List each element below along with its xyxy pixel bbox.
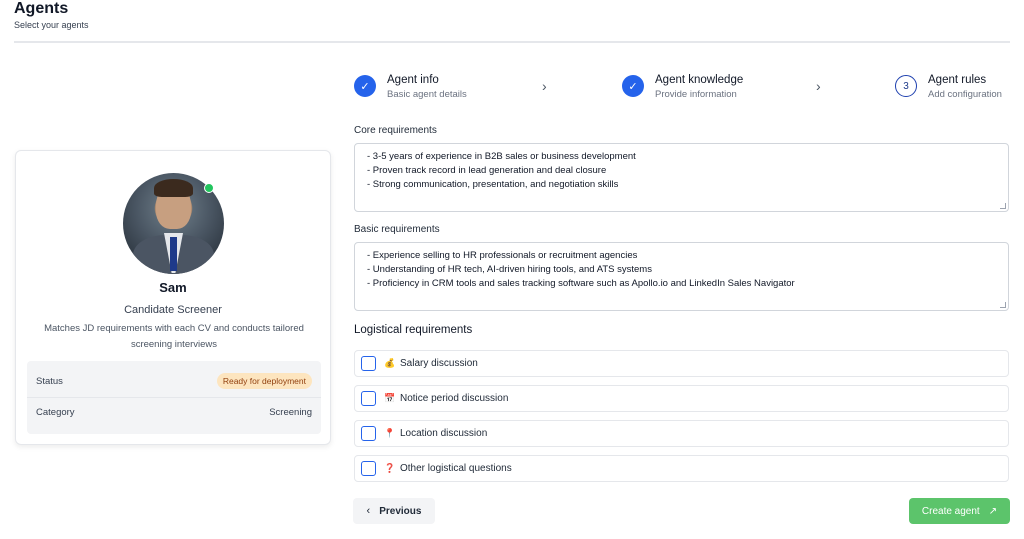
core-requirements-textarea[interactable]: - 3-5 years of experience in B2B sales o… bbox=[354, 143, 1009, 212]
create-agent-button-label: Create agent bbox=[921, 505, 980, 517]
step-number-badge: 3 bbox=[895, 75, 917, 97]
agent-meta: Status Ready for deployment Category Scr… bbox=[27, 361, 321, 434]
status-row: Status Ready for deployment bbox=[36, 371, 312, 391]
chevron-right-icon: › bbox=[542, 78, 547, 94]
logistical-requirements-title: Logistical requirements bbox=[354, 324, 473, 336]
basic-requirements-label: Basic requirements bbox=[354, 224, 440, 235]
chevron-left-icon: ‹ bbox=[366, 505, 371, 517]
location-pin-icon: 📍 bbox=[384, 428, 396, 438]
previous-button[interactable]: ‹ Previous bbox=[353, 498, 435, 524]
chevron-right-icon: › bbox=[816, 78, 821, 94]
step-agent-info[interactable]: ✓ Agent info Basic agent details bbox=[354, 73, 467, 100]
step-subtitle: Basic agent details bbox=[387, 89, 467, 100]
checkbox[interactable] bbox=[361, 356, 376, 371]
category-value: Screening bbox=[269, 406, 312, 418]
page-header: Agents Select your agents bbox=[14, 0, 89, 30]
step-title: Agent knowledge bbox=[655, 74, 744, 86]
meta-divider bbox=[27, 397, 321, 398]
header-divider bbox=[14, 41, 1010, 43]
checkbox-other-logistical-questions[interactable]: ❓ Other logistical questions bbox=[354, 455, 1009, 482]
page-subtitle: Select your agents bbox=[14, 20, 89, 30]
arrow-up-right-icon: ↗ bbox=[988, 505, 998, 517]
resize-handle-icon[interactable] bbox=[1000, 302, 1006, 308]
step-agent-knowledge[interactable]: ✓ Agent knowledge Provide information bbox=[622, 73, 743, 100]
checkbox-notice-period-discussion[interactable]: 📅 Notice period discussion bbox=[354, 385, 1009, 412]
resize-handle-icon[interactable] bbox=[1000, 203, 1006, 209]
step-title: Agent rules bbox=[928, 74, 987, 86]
agent-card: Sam Candidate Screener Matches JD requir… bbox=[15, 150, 331, 445]
calendar-icon: 📅 bbox=[384, 393, 396, 403]
checkbox[interactable] bbox=[361, 426, 376, 441]
agent-name: Sam bbox=[159, 280, 187, 295]
agent-role: Candidate Screener bbox=[124, 304, 222, 316]
checkbox-location-discussion[interactable]: 📍 Location discussion bbox=[354, 420, 1009, 447]
step-subtitle: Provide information bbox=[655, 89, 737, 100]
step-agent-rules[interactable]: 3 Agent rules Add configuration bbox=[895, 73, 1002, 100]
question-mark-icon: ❓ bbox=[384, 463, 396, 473]
online-status-dot bbox=[204, 183, 214, 193]
check-icon: ✓ bbox=[354, 75, 376, 97]
step-title: Agent info bbox=[387, 74, 439, 86]
create-agent-button[interactable]: Create agent ↗ bbox=[909, 498, 1010, 524]
category-label: Category bbox=[36, 406, 75, 418]
agent-description: Matches JD requirements with each CV and… bbox=[44, 323, 304, 350]
checkbox[interactable] bbox=[361, 461, 376, 476]
status-label: Status bbox=[36, 375, 63, 387]
basic-requirements-textarea[interactable]: - Experience selling to HR professionals… bbox=[354, 242, 1009, 311]
status-badge: Ready for deployment bbox=[216, 373, 312, 389]
checkbox-salary-discussion[interactable]: 💰 Salary discussion bbox=[354, 350, 1009, 377]
check-icon: ✓ bbox=[622, 75, 644, 97]
page-title: Agents bbox=[14, 0, 69, 17]
checkbox[interactable] bbox=[361, 391, 376, 406]
step-subtitle: Add configuration bbox=[928, 89, 1002, 100]
previous-button-label: Previous bbox=[379, 505, 422, 517]
category-row: Category Screening bbox=[36, 402, 312, 422]
money-bag-icon: 💰 bbox=[384, 358, 396, 368]
core-requirements-label: Core requirements bbox=[354, 125, 437, 136]
